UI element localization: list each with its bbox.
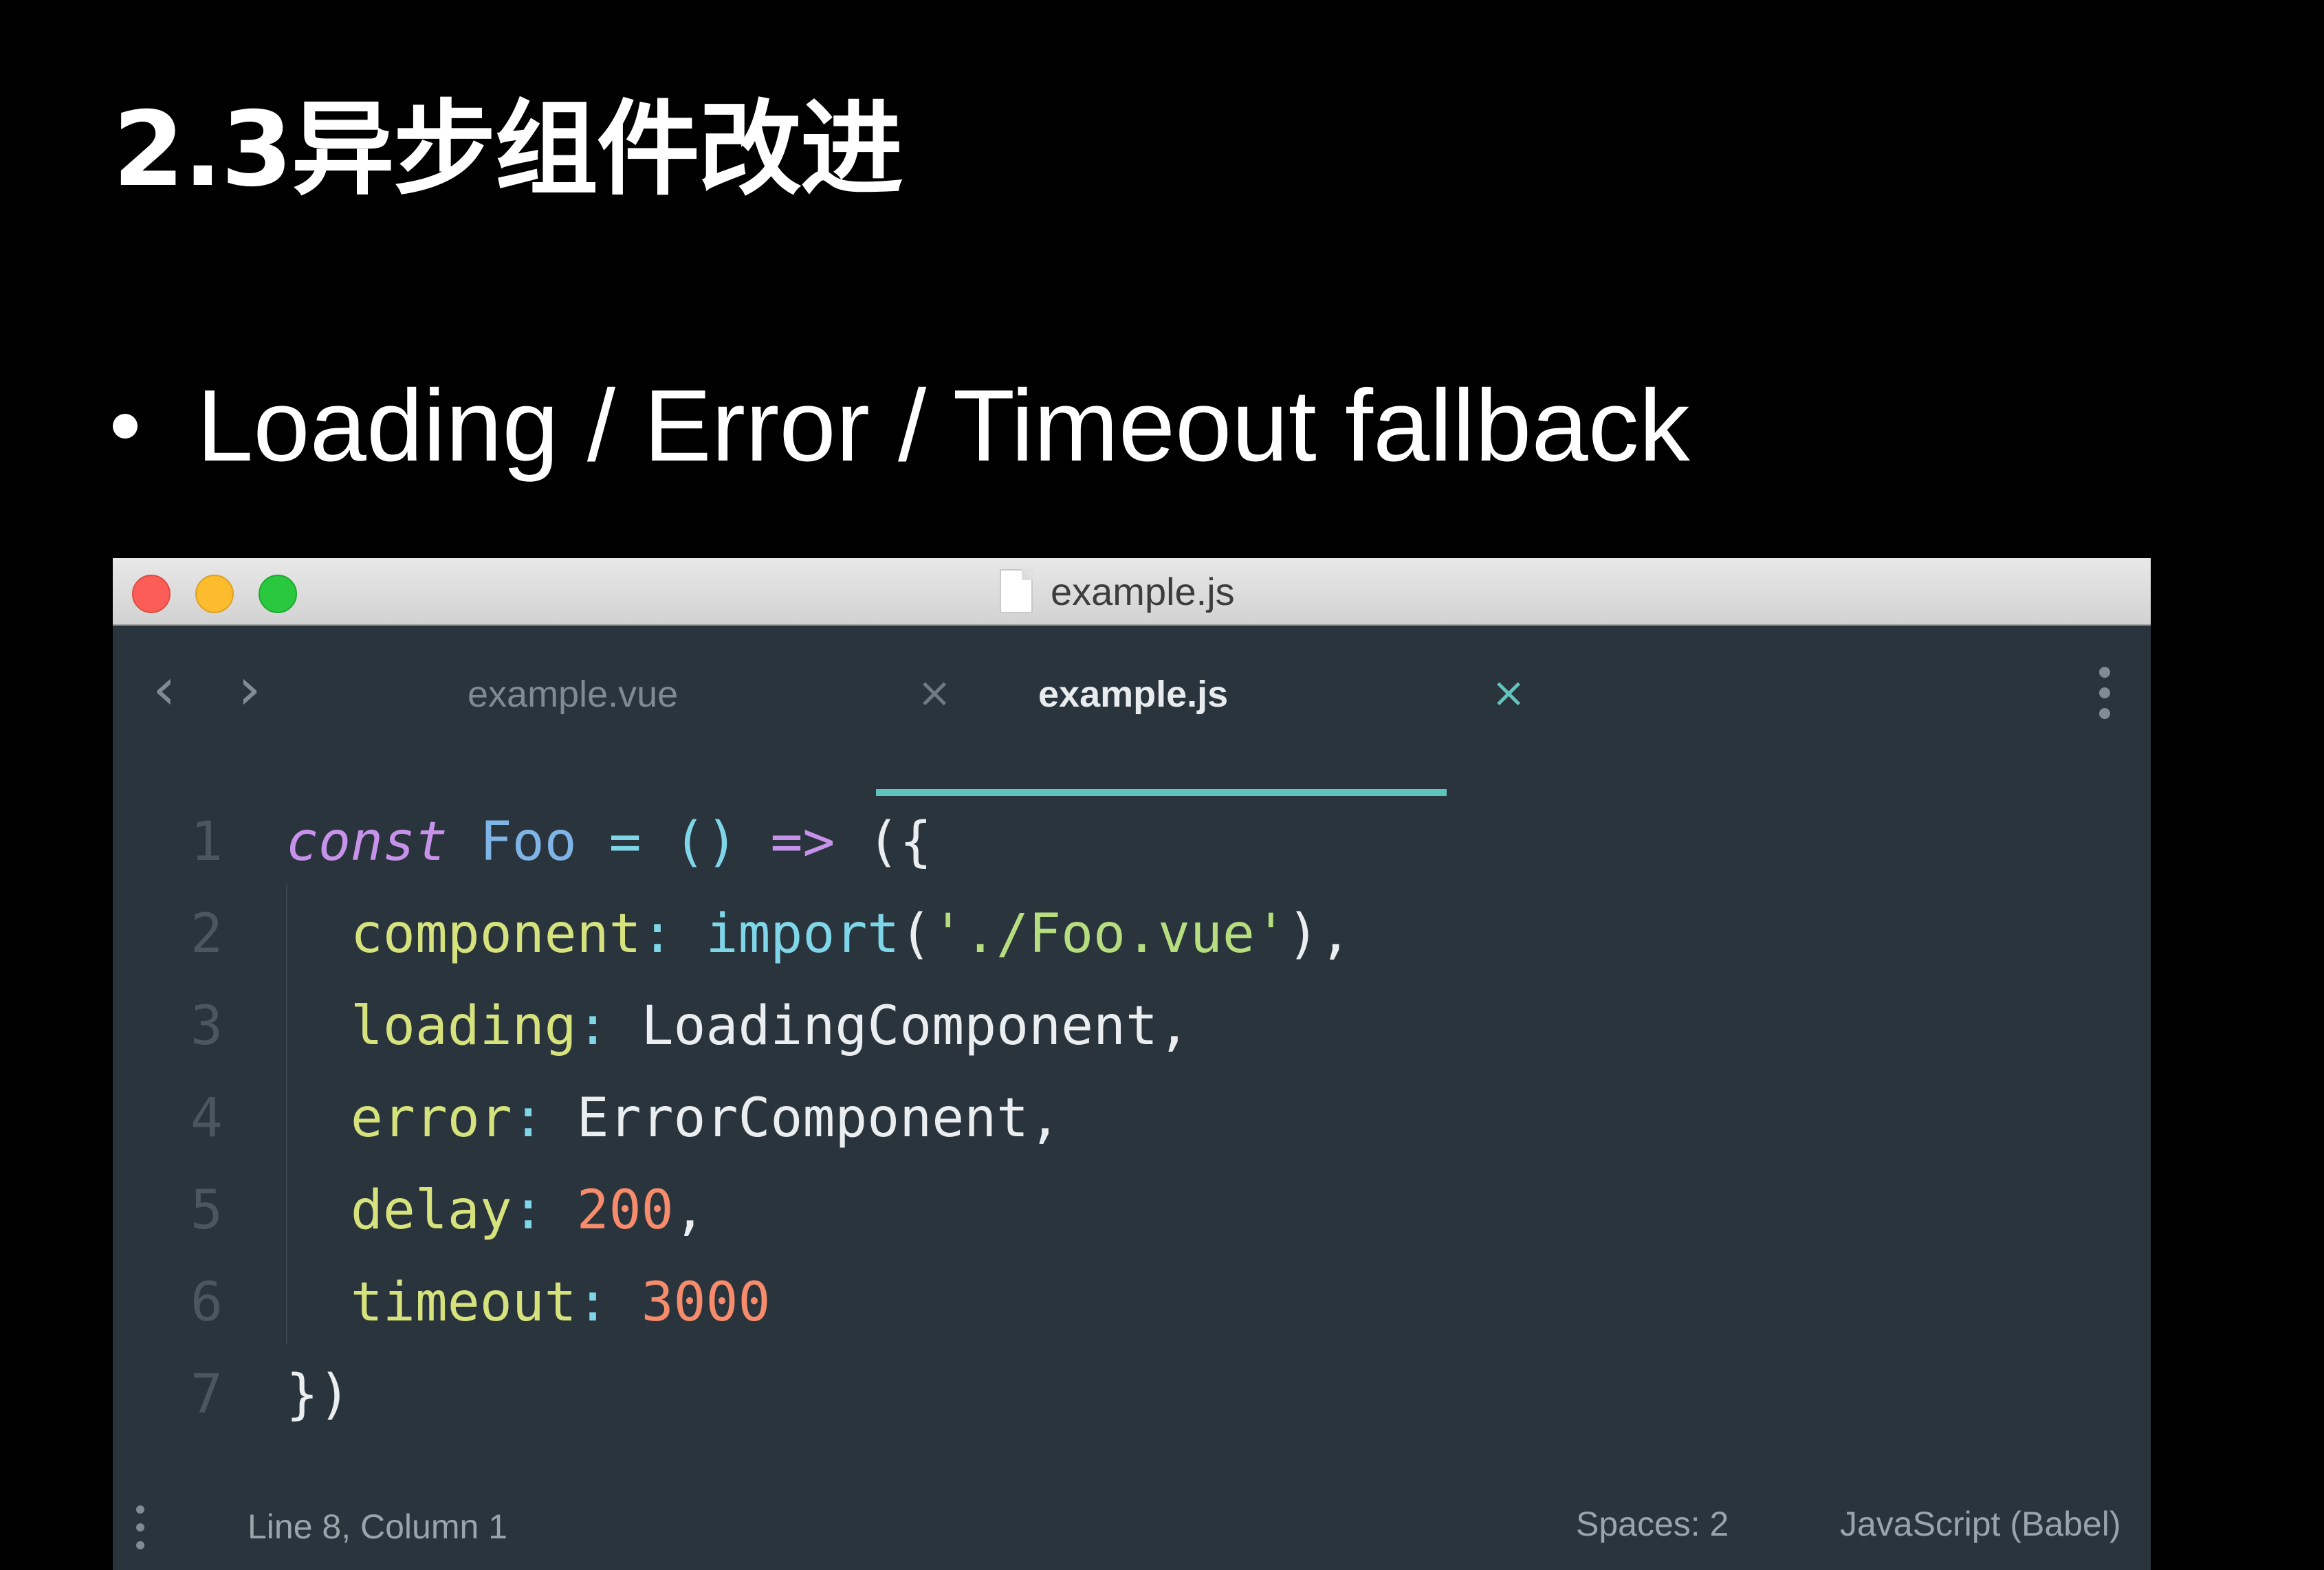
code-line[interactable]: 4 error: ErrorComponent, (113, 1072, 2151, 1164)
window-title: example.js (1051, 569, 1235, 613)
code-token: './Foo.vue' (932, 903, 1287, 965)
line-number: 1 (190, 811, 223, 873)
bullet-text: Loading / Error / Timeout fallback (197, 369, 1690, 483)
line-code: loading: LoadingComponent, (286, 980, 1190, 1072)
window-title-group: example.js (1000, 568, 1235, 615)
bullet-item: Loading / Error / Timeout fallback (113, 357, 1690, 495)
line-number: 7 (190, 1364, 223, 1426)
code-token: : (576, 1272, 609, 1334)
indentation-setting[interactable]: Spaces: 2 (1576, 1504, 1729, 1544)
code-token: component (350, 903, 642, 965)
code-token: 3000 (641, 1272, 771, 1334)
file-icon (1000, 569, 1033, 613)
line-code: const Foo = () => ({ (286, 796, 932, 888)
panel-toggle-icon[interactable] (136, 1505, 146, 1549)
line-code: error: ErrorComponent, (286, 1072, 1061, 1164)
code-token: ({ (867, 811, 932, 873)
code-token: => (770, 811, 835, 873)
code-token: = (609, 811, 642, 873)
tab-label: example.js (1038, 674, 1229, 715)
code-token: : (576, 995, 609, 1057)
tab-example-vue[interactable]: example.vue × (347, 626, 965, 753)
line-number: 4 (190, 1087, 223, 1149)
line-code: timeout: 3000 (286, 1257, 771, 1349)
code-line[interactable]: 6 timeout: 3000 (113, 1257, 2151, 1349)
code-token: 200 (576, 1180, 674, 1241)
code-token: Foo (479, 811, 577, 873)
code-token: : (512, 1180, 545, 1241)
close-tab-icon[interactable]: × (1491, 665, 1526, 720)
zoom-window-button[interactable] (259, 575, 297, 613)
line-number: 3 (190, 995, 223, 1057)
code-token: ErrorComponent (576, 1087, 1029, 1149)
code-token: LoadingComponent (641, 995, 1158, 1057)
slide-title: 2.3异步组件改进 (113, 90, 903, 210)
code-token: }) (286, 1364, 351, 1426)
cursor-position[interactable]: Line 8, Column 1 (248, 1507, 507, 1547)
code-token: timeout (350, 1272, 577, 1334)
code-token: ), (1286, 903, 1352, 965)
code-token: : (641, 903, 674, 965)
code-line[interactable]: 5 delay: 200, (113, 1164, 2151, 1257)
code-token: ( (899, 903, 932, 965)
code-line[interactable]: 7}) (113, 1349, 2151, 1441)
line-number: 6 (190, 1272, 223, 1334)
code-token: : (512, 1087, 545, 1149)
chevron-right-icon[interactable]: › (238, 660, 261, 718)
line-number: 5 (190, 1180, 223, 1241)
window-titlebar[interactable]: example.js (113, 558, 2151, 626)
code-token: loading (350, 995, 577, 1057)
chevron-left-icon[interactable]: ‹ (153, 660, 176, 718)
code-editor[interactable]: 1 const Foo = () => ({2 component: import… (113, 792, 2151, 1486)
minimize-window-button[interactable] (195, 575, 234, 613)
tab-label: example.vue (468, 674, 679, 715)
close-window-button[interactable] (132, 575, 171, 613)
line-code: }) (286, 1349, 351, 1441)
code-token: error (350, 1087, 512, 1149)
code-line[interactable]: 3 loading: LoadingComponent, (113, 980, 2151, 1072)
code-token: , (1029, 1087, 1062, 1149)
syntax-mode[interactable]: JavaScript (Babel) (1840, 1504, 2121, 1544)
line-code: delay: 200, (286, 1164, 706, 1257)
line-number: 2 (190, 903, 223, 965)
more-options-icon[interactable] (2098, 667, 2111, 719)
code-token: () (673, 811, 738, 873)
editor-window: example.js ‹ › example.vue × example.js … (113, 558, 2151, 1570)
code-token: , (673, 1180, 706, 1241)
status-bar: Line 8, Column 1 Spaces: 2 JavaScript (B… (113, 1486, 2151, 1570)
code-token: const (286, 811, 448, 873)
bullet-dot (113, 414, 138, 439)
code-line[interactable]: 2 component: import('./Foo.vue'), (113, 888, 2151, 980)
code-token: delay (350, 1180, 512, 1241)
tab-bar: ‹ › example.vue × example.js × (113, 626, 2151, 753)
tab-example-js[interactable]: example.js × (876, 626, 1526, 753)
line-code: component: import('./Foo.vue'), (286, 888, 1352, 980)
code-token: import (705, 903, 900, 965)
code-line[interactable]: 1 const Foo = () => ({ (113, 796, 2151, 888)
code-token: , (1157, 995, 1190, 1057)
